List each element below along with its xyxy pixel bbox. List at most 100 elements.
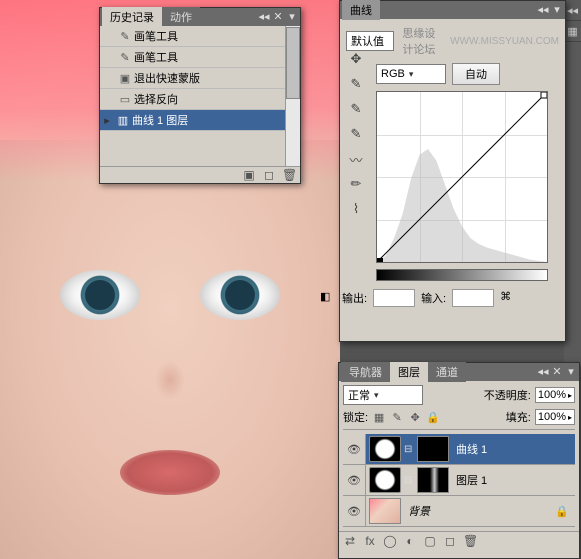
input-label: 输入: xyxy=(421,290,446,306)
eyedropper-black-icon[interactable]: ✎ xyxy=(345,73,367,95)
menu-icon[interactable]: ▾ xyxy=(551,4,563,16)
tab-channels[interactable]: 通道 xyxy=(428,362,466,382)
chevron-down-icon: ▾ xyxy=(374,390,379,401)
new-layer-icon[interactable]: ◻ xyxy=(443,534,457,548)
layers-tabbar: 导航器 图层 通道 ◂◂ ✕ ▾ xyxy=(339,363,579,381)
smooth-icon[interactable]: 〰 xyxy=(345,148,367,170)
eyedropper-white-icon[interactable]: ✎ xyxy=(345,123,367,145)
history-item-active[interactable]: ▸ ▥ 曲线 1 图层 xyxy=(100,110,300,131)
layer-thumb[interactable] xyxy=(369,498,401,524)
history-tabbar: 历史记录 动作 ◂◂ ✕ ▾ xyxy=(100,8,300,26)
layers-footer: ⇄ fx ◯ ◐ ▢ ◻ 🗑 xyxy=(339,531,579,550)
lock-position-icon[interactable]: ✥ xyxy=(408,410,422,424)
history-item[interactable]: ▭ 选择反向 xyxy=(100,89,300,110)
layer-name[interactable]: 图层 1 xyxy=(456,472,487,488)
blend-mode-dropdown[interactable]: 正常 ▾ xyxy=(343,385,423,405)
history-label: 画笔工具 xyxy=(134,49,178,65)
layer-name[interactable]: 背景 xyxy=(408,503,430,519)
visibility-toggle[interactable]: 👁 xyxy=(343,496,366,526)
lock-label: 锁定: xyxy=(343,409,368,425)
history-label: 画笔工具 xyxy=(134,28,178,44)
channel-dropdown[interactable]: RGB ▾ xyxy=(376,64,446,84)
menu-icon[interactable]: ▾ xyxy=(286,11,298,23)
history-item[interactable]: ✎ 画笔工具 xyxy=(100,47,300,68)
output-field[interactable] xyxy=(373,289,415,307)
history-footer: ▣ ◻ 🗑 xyxy=(100,166,300,183)
lock-pixels-icon[interactable]: ✎ xyxy=(390,410,404,424)
adjustment-thumb[interactable] xyxy=(369,436,401,462)
channel-value: RGB xyxy=(381,68,405,80)
history-label: 曲线 1 图层 xyxy=(132,112,188,128)
watermark-text: 思缘设计论坛 xyxy=(402,25,446,57)
history-item[interactable]: ✎ 画笔工具 xyxy=(100,26,300,47)
new-snapshot-icon[interactable]: ▣ xyxy=(242,168,256,182)
point-curve-icon[interactable]: ⌇ xyxy=(345,198,367,220)
trash-icon[interactable]: 🗑 xyxy=(463,534,477,548)
swatch-icon[interactable]: ▦ xyxy=(564,21,581,42)
link-layers-icon[interactable]: ⇄ xyxy=(343,534,357,548)
scrollbar[interactable] xyxy=(285,26,300,166)
fill-field[interactable]: 100%▸ xyxy=(535,409,575,425)
output-label: 输出: xyxy=(342,290,367,306)
lock-all-icon[interactable]: 🔒 xyxy=(426,410,440,424)
visibility-toggle[interactable]: 👁 xyxy=(343,465,366,495)
playhead-icon: ▸ xyxy=(100,114,114,127)
brush-icon: ✎ xyxy=(116,28,134,44)
eyedropper-gray-icon[interactable]: ✎ xyxy=(345,98,367,120)
adjustment-thumb[interactable] xyxy=(369,467,401,493)
tab-navigator[interactable]: 导航器 xyxy=(341,362,390,382)
select-icon: ▭ xyxy=(116,91,134,107)
history-label: 退出快速蒙版 xyxy=(134,70,200,86)
opacity-field[interactable]: 100%▸ xyxy=(535,387,575,403)
history-list[interactable]: ✎ 画笔工具 ✎ 画笔工具 ▣ 退出快速蒙版 ▭ 选择反向 ▸ ▥ 曲线 1 图… xyxy=(100,26,300,166)
layer-row[interactable]: 👁 ⊟ 图层 1 xyxy=(343,465,575,496)
group-icon[interactable]: ▢ xyxy=(423,534,437,548)
sampler-icon[interactable]: ✥ xyxy=(345,48,367,70)
pencil-icon[interactable]: ✏ xyxy=(345,173,367,195)
layers-panel: 导航器 图层 通道 ◂◂ ✕ ▾ 正常 ▾ 不透明度: 100%▸ 锁定: ▦ … xyxy=(338,362,580,559)
link-icon: ⊟ xyxy=(404,475,414,486)
tab-actions[interactable]: 动作 xyxy=(162,7,200,27)
history-item[interactable]: ▣ 退出快速蒙版 xyxy=(100,68,300,89)
curve-line[interactable] xyxy=(377,92,547,262)
input-field[interactable] xyxy=(452,289,494,307)
clip-icon[interactable]: ◧ xyxy=(320,290,336,306)
collapse-icon[interactable]: ◂◂ xyxy=(537,4,549,16)
lock-transparent-icon[interactable]: ▦ xyxy=(372,410,386,424)
expand-dock-icon[interactable]: ◂◂ xyxy=(564,0,581,21)
mask-thumb[interactable] xyxy=(417,436,449,462)
layer-list: 👁 ⊟ 曲线 1 👁 ⊟ 图层 1 👁 背景 🔒 xyxy=(343,434,575,527)
layer-icon: ▥ xyxy=(114,112,132,128)
preset-value: 默认值 xyxy=(351,33,384,49)
tab-curves[interactable]: 曲线 xyxy=(342,0,380,20)
lock-icon: 🔒 xyxy=(555,505,569,518)
mask-icon: ▣ xyxy=(116,70,134,86)
menu-icon[interactable]: ▾ xyxy=(565,366,577,378)
opacity-label: 不透明度: xyxy=(484,387,531,403)
mask-thumb[interactable] xyxy=(417,467,449,493)
close-icon[interactable]: ✕ xyxy=(551,366,563,378)
fx-icon[interactable]: fx xyxy=(363,534,377,548)
collapse-icon[interactable]: ◂◂ xyxy=(537,366,549,378)
watermark-url: WWW.MISSYUAN.COM xyxy=(450,36,559,47)
curves-tabbar: 曲线 ◂◂ ▾ xyxy=(340,1,565,19)
tab-layers[interactable]: 图层 xyxy=(390,362,428,382)
new-document-icon[interactable]: ◻ xyxy=(262,168,276,182)
adjustment-icon[interactable]: ◐ xyxy=(403,534,417,548)
layer-row[interactable]: 👁 背景 🔒 xyxy=(343,496,575,527)
layer-name[interactable]: 曲线 1 xyxy=(456,441,487,457)
auto-button[interactable]: 自动 xyxy=(452,63,500,85)
link-icon[interactable]: ⌘ xyxy=(500,290,516,306)
chevron-down-icon: ▾ xyxy=(409,69,414,80)
trash-icon[interactable]: 🗑 xyxy=(282,168,296,182)
mask-icon[interactable]: ◯ xyxy=(383,534,397,548)
link-icon: ⊟ xyxy=(404,444,414,455)
close-icon[interactable]: ✕ xyxy=(272,11,284,23)
blend-mode-value: 正常 xyxy=(348,387,370,403)
fill-label: 填充: xyxy=(506,409,531,425)
visibility-toggle[interactable]: 👁 xyxy=(343,434,366,464)
layer-row[interactable]: 👁 ⊟ 曲线 1 xyxy=(343,434,575,465)
tab-history[interactable]: 历史记录 xyxy=(102,7,162,27)
collapse-icon[interactable]: ◂◂ xyxy=(258,11,270,23)
curves-graph[interactable] xyxy=(376,91,548,263)
